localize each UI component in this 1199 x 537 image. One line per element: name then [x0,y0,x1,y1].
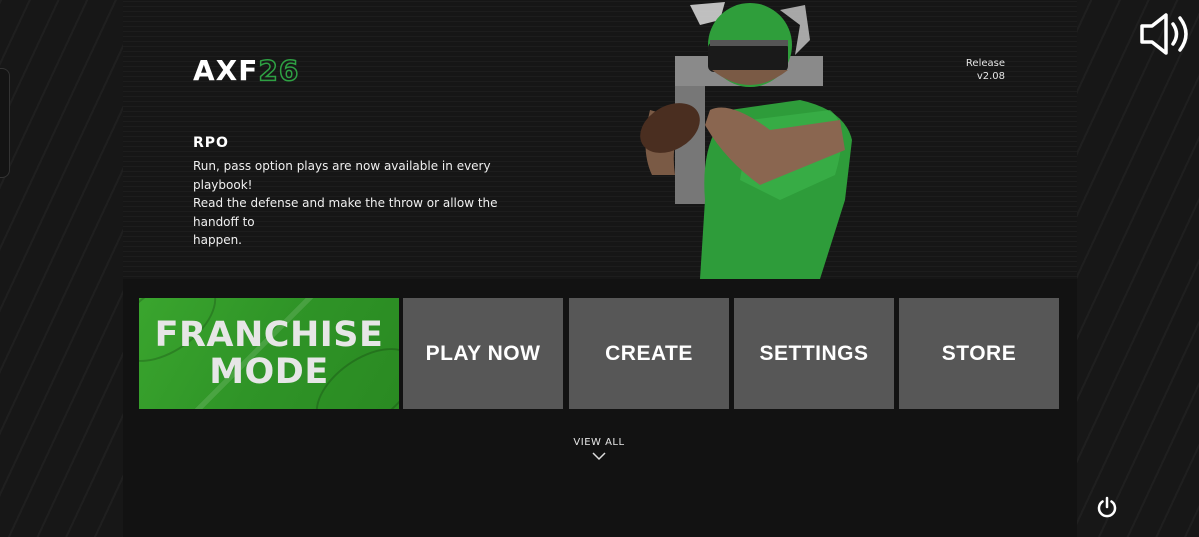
news-body-line: Read the defense and make the throw or a… [193,196,498,229]
power-icon[interactable] [1096,496,1118,518]
release-version: v2.08 [976,71,1005,82]
franchise-label-line1: FRANCHISE [154,314,384,355]
news-title: RPO [193,135,229,151]
side-drawer-handle[interactable] [0,68,10,178]
store-button[interactable]: STORE [899,298,1059,409]
release-info: Release v2.08 [966,57,1005,83]
create-button[interactable]: CREATE [569,298,729,409]
franchise-mode-button[interactable]: FRANCHISE MODE [139,298,399,409]
speaker-volume-icon[interactable] [1140,12,1192,56]
franchise-label-line2: MODE [209,351,329,392]
view-all-link[interactable]: VIEW ALL [560,437,638,448]
settings-button[interactable]: SETTINGS [734,298,894,409]
news-body: Run, pass option plays are now available… [193,157,523,250]
game-logo: AXF26 [193,53,300,88]
news-body-line: Run, pass option plays are now available… [193,159,491,192]
chevron-down-icon[interactable] [592,452,606,461]
football-player-image [640,2,852,279]
logo-text: AXF [193,54,259,87]
play-now-button[interactable]: PLAY NOW [403,298,563,409]
franchise-mode-label: FRANCHISE MODE [154,314,384,392]
news-body-line: happen. [193,233,242,247]
release-label: Release [965,58,1005,69]
logo-year: 26 [258,53,300,88]
